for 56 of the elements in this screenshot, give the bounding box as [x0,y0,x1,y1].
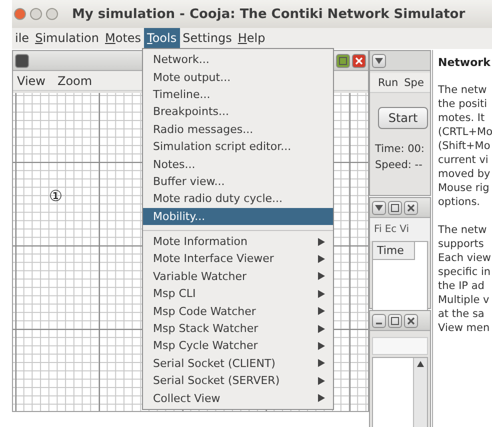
menu-item[interactable]: Msp Cycle Watcher [143,337,333,355]
window-title: My simulation - Cooja: The Contiki Network Simulator [72,6,466,22]
menu-item[interactable]: Zoom [57,74,92,88]
menu-item[interactable]: Notes... [143,155,333,173]
notes-text: The netw [438,223,488,237]
notes-text: current vi [438,153,490,167]
menu-item[interactable]: ile [12,28,32,49]
menu-item[interactable]: Serial Socket (CLIENT) [143,354,333,372]
tab[interactable]: Fi [374,224,382,235]
menu-item[interactable]: Radio messages... [143,120,333,138]
menu-item[interactable]: Mote output... [143,68,333,86]
menu-item[interactable]: Msp Stack Watcher [143,320,333,338]
menu-item[interactable]: Motes [102,28,144,49]
menu-item[interactable]: Mote Interface Viewer [143,250,333,268]
speed-label: Speed: -- [375,159,424,171]
notes-text: supports [438,237,485,251]
menu-item[interactable]: Mobility... [143,208,333,225]
notes-title: Network [438,56,492,69]
menu-item[interactable]: Simulation [32,28,102,49]
notes-text: Mouse rig [438,181,490,195]
tab[interactable]: Vi [400,224,410,235]
notes-text: the IP ad [438,279,486,293]
time-label: Time: 00: [375,143,426,155]
menu-item[interactable]: Tools [144,28,180,49]
menu-item[interactable]: Help [234,28,268,49]
menu-item[interactable]: Mote Information [143,232,333,250]
notes-text: motes. It [438,111,486,125]
notes-text: Multiple v [438,293,490,307]
menu-item[interactable]: Mote radio duty cycle... [143,190,333,208]
column-header[interactable]: Time [373,242,415,260]
menu-item[interactable]: Msp CLI [143,285,333,302]
notes-text: Each view [438,251,492,265]
menu-item[interactable]: Buffer view... [143,172,333,190]
notes-text: specific in [438,265,492,279]
menu-item[interactable]: Msp Code Watcher [143,302,333,320]
notes-text: options. [438,195,482,209]
menu-item[interactable]: Timeline... [143,86,333,104]
menu-item[interactable]: Breakpoints... [143,103,333,121]
notes-text: (CRTL+Mo [438,125,492,139]
notes-text: View men [438,321,491,335]
menu-item[interactable]: Spe [404,76,424,88]
notes-text: moved by [438,167,492,181]
menu-item[interactable]: Run [378,76,398,88]
notes-text: (Shift+Mo [438,139,492,153]
notes-text: at the sa [438,307,486,321]
notes-text: the positi [438,97,488,111]
menu-item[interactable]: Serial Socket (SERVER) [143,372,333,390]
notes-text: The netw [438,83,488,97]
start-button[interactable]: Start [378,107,428,129]
menu-item[interactable]: View [17,74,46,88]
menu-item[interactable]: Simulation script editor... [143,138,333,156]
menu-item[interactable]: Settings [180,28,235,49]
tab[interactable]: Ec [384,224,397,235]
menu-item[interactable]: Collect View [143,389,333,407]
menu-item[interactable]: Variable Watcher [143,268,333,286]
mote-node[interactable]: ① [49,187,62,205]
